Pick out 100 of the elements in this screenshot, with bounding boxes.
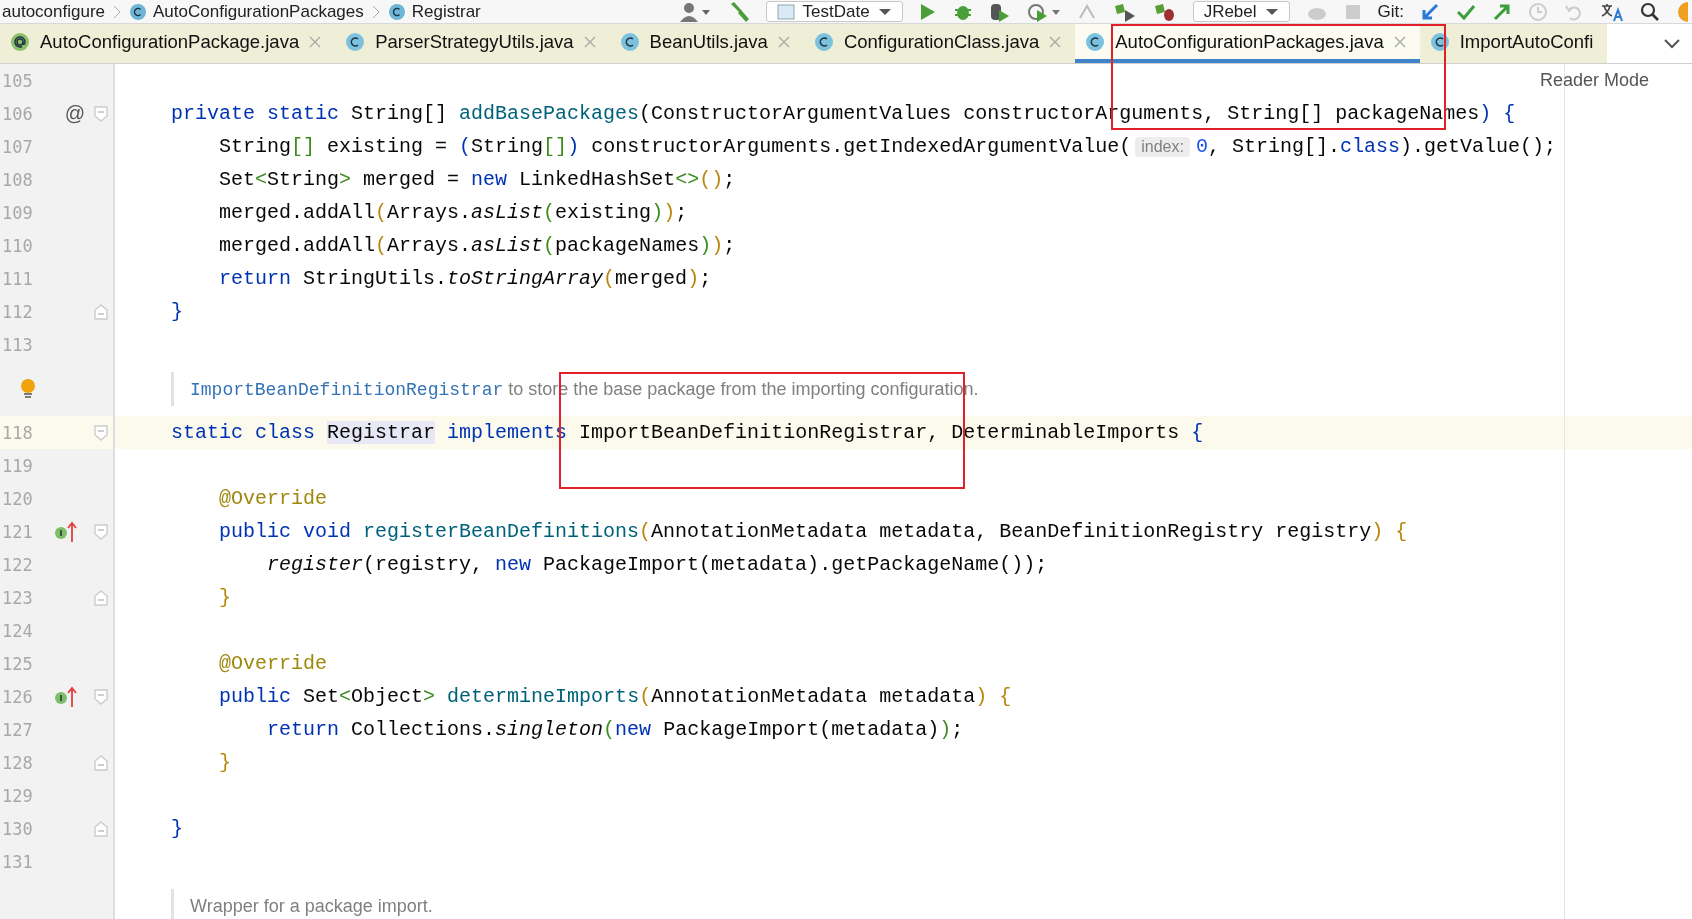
bracket: { [1191,421,1204,444]
bracket: > [423,685,436,708]
code-text: String [218,135,292,158]
doc-comment: Wrapper for a package import. [171,888,433,919]
method-name: determineImports [446,685,640,708]
bracket: ( [375,234,388,257]
editor-tab[interactable]: AutoConfigurationPackage.java [0,24,336,63]
number-literal: 0 [1195,135,1208,158]
fold-icon[interactable] [94,105,108,122]
implements-icon[interactable] [54,520,78,543]
reader-mode-link[interactable]: Reader Mode [1540,70,1650,91]
keyword: return [266,718,340,741]
line-number: 129 [1,785,34,806]
class-icon [619,31,640,52]
close-icon[interactable] [1049,35,1062,48]
bracket: ( [603,718,616,741]
git-label: Git: [1377,1,1404,22]
code-text: StringUtils. [302,267,448,290]
editor-tab[interactable]: BeanUtils.java [609,24,804,63]
code-text: Set [218,168,255,191]
breadcrumb-item[interactable]: AutoConfigurationPackages [153,1,364,22]
code-text: merged.addAll [218,201,376,224]
fold-icon[interactable] [94,589,108,606]
code-text: Object [351,685,424,708]
bracket: ( [543,201,556,224]
annotation-icon [10,31,30,52]
bracket: < [339,685,352,708]
editor-tab[interactable]: ParserStrategyUtils.java [335,24,610,63]
code-text: String[] [350,102,449,125]
line-number: 123 [1,587,34,608]
bracket: } [171,817,183,840]
debug-icon[interactable] [1152,1,1177,22]
keyword: return [218,267,292,290]
fold-icon[interactable] [94,820,108,837]
run-config-dropdown[interactable]: TestDate [765,1,903,22]
annotation: @Override [218,652,328,675]
implements-icon[interactable] [54,685,78,708]
code-text: String [471,135,544,158]
breadcrumb-item[interactable]: Registrar [411,1,481,22]
code-text: constructorArguments.getIndexedArgumentValue( [590,135,1132,158]
code-text: Set [302,685,340,708]
line-number: 120 [1,488,34,509]
code-text: Collections. [350,718,496,741]
keyword: new [615,718,652,741]
fold-icon[interactable] [94,688,108,705]
code-text: ; [723,168,736,191]
avatar-icon[interactable] [1676,1,1688,22]
update-icon[interactable] [1420,1,1440,22]
close-icon[interactable] [309,35,322,48]
profiler-icon[interactable] [1026,1,1061,22]
keyword: public [218,685,292,708]
bracket: [] [291,135,316,158]
build-icon[interactable] [1112,1,1137,22]
bracket: ( [459,135,472,158]
doc-link[interactable]: ImportBeanDefinitionRegistrar [190,379,504,400]
fold-icon[interactable] [94,424,108,441]
close-icon[interactable] [583,35,596,48]
bracket: ( [639,520,652,543]
fold-icon[interactable] [94,754,108,771]
coverage-icon[interactable] [988,1,1011,22]
bracket: ) [687,267,700,290]
close-icon[interactable] [777,35,790,48]
editor-tab[interactable]: AutoConfigurationPackages.java [1075,24,1420,63]
close-icon[interactable] [1393,35,1406,48]
chevron-icon [113,4,122,19]
method-name: addBasePackages [459,102,640,125]
search-icon[interactable] [1640,1,1660,22]
bracket: ) [711,234,724,257]
keyword: private static [171,102,340,125]
line-number: 111 [1,268,34,289]
breadcrumb-item[interactable]: autoconfigure [2,1,106,22]
editor-tab[interactable]: ConfigurationClass.java [803,24,1076,63]
caret-icon [877,6,892,17]
fold-icon[interactable] [94,523,108,540]
bracket: ( [603,267,616,290]
code-text: String [267,168,340,191]
user-icon[interactable] [679,1,712,22]
translate-icon[interactable] [1600,1,1624,22]
jrebel-dropdown[interactable]: JRebel [1192,1,1290,22]
line-number: 110 [1,235,34,256]
bracket: ( [543,234,556,257]
code-text: AnnotationMetadata metadata [651,685,976,708]
bracket: () [699,168,724,191]
line-number: 127 [1,719,34,740]
fold-icon[interactable] [94,303,108,320]
run-icon[interactable] [918,1,937,22]
stop-icon[interactable] [1343,2,1362,21]
code-text: merged [615,267,688,290]
annotation: @Override [218,487,328,510]
line-number: 107 [1,136,34,157]
lightbulb-icon[interactable] [20,377,36,400]
history-icon[interactable] [1528,1,1548,22]
method-call: singleton [495,718,604,741]
code-text: ; [723,234,736,257]
editor-tab[interactable]: ImportAutoConfi [1419,24,1608,63]
gutter-mark[interactable]: @ [64,102,86,125]
chevron-down-icon[interactable] [1664,38,1680,49]
chevron-icon [371,4,380,19]
bracket: } [171,300,183,323]
method-call: toStringArray [447,267,604,290]
